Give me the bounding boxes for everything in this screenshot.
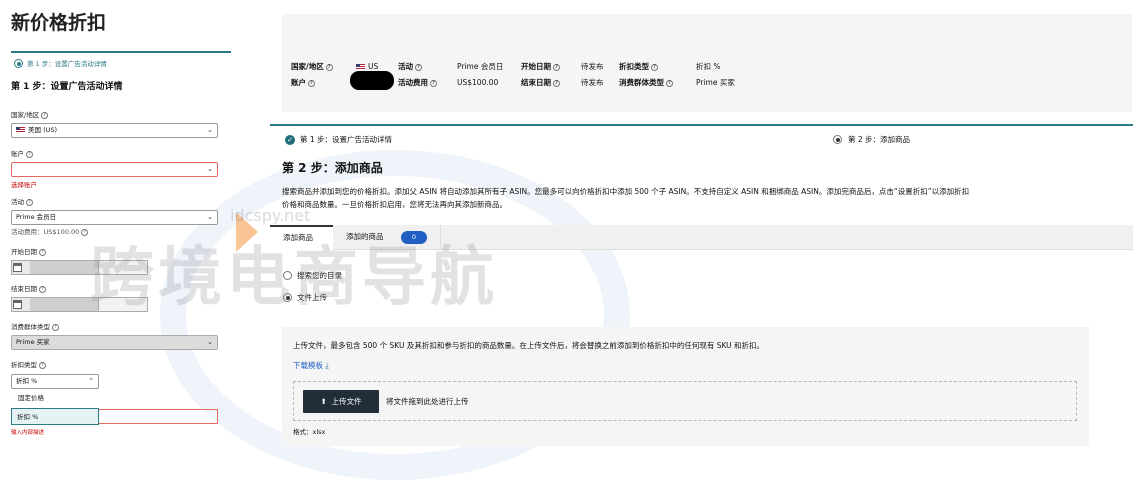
dropdown-option-percent[interactable]: 折扣 % <box>11 408 99 425</box>
help-icon[interactable]: ? <box>553 79 560 87</box>
help-icon[interactable]: ? <box>26 150 33 158</box>
help-icon[interactable]: ? <box>651 63 658 71</box>
account-label: 账户? <box>11 150 33 158</box>
help-icon[interactable]: ? <box>415 63 422 71</box>
country-select[interactable]: 美国 (US) ⌄ <box>11 123 218 138</box>
download-icon: ⤓ <box>325 361 329 370</box>
account-error: 选择账户 <box>11 181 37 189</box>
watermark-url: idcspy.net <box>230 206 311 225</box>
input-error: 输入内部描述 <box>11 430 45 436</box>
event-label: 活动? <box>11 198 33 206</box>
summary-fee-value: US$100.00 <box>457 78 499 87</box>
summary-account-label: 账户? <box>291 78 315 88</box>
summary-country-label: 国家/地区? <box>291 62 333 72</box>
event-select[interactable]: Prime 会员日 ⌄ <box>11 210 218 225</box>
account-select[interactable]: ⌄ <box>11 162 218 177</box>
step1-indicator-label[interactable]: 第 1 步：设置广告活动详情 <box>300 135 392 145</box>
end-date-label: 结束日期? <box>11 285 46 293</box>
dropdown-option-fixed[interactable]: 固定价格 <box>18 394 44 402</box>
summary-audience-value: Prime 买家 <box>696 78 735 87</box>
upload-file-button[interactable]: ⬆ 上传文件 <box>303 390 379 413</box>
watermark-text: 跨境电商导航 <box>90 241 498 315</box>
chevron-down-icon: ⌄ <box>207 338 213 346</box>
step-progress-line <box>11 51 231 53</box>
help-icon[interactable]: ? <box>430 79 437 87</box>
drop-hint: 将文件拖到此处进行上传 <box>386 397 469 406</box>
help-icon[interactable]: ? <box>39 361 46 369</box>
step2-indicator-label: 第 2 步：添加商品 <box>848 135 911 144</box>
chevron-down-icon: ⌄ <box>207 213 213 221</box>
upload-info: 上传文件，最多包含 500 个 SKU 及其折扣和参与折扣的商品数量。在上传文件… <box>293 341 765 350</box>
step2-description-line2: 价格和商品数量。一旦价格折扣启用，您将无法再向其添加新商品。 <box>282 200 507 209</box>
step2-heading: 第 2 步：添加商品 <box>282 161 383 175</box>
chevron-up-icon: ⌃ <box>88 377 94 385</box>
us-flag-icon <box>356 64 365 70</box>
summary-event-value: Prime 会员日 <box>457 62 504 71</box>
calendar-icon[interactable] <box>13 263 22 272</box>
discount-type-select[interactable]: 折扣 % ⌃ <box>11 374 99 389</box>
summary-event-label: 活动? <box>398 62 422 72</box>
summary-fee-label: 活动费用? <box>398 78 437 88</box>
help-icon[interactable]: ? <box>81 228 89 236</box>
step2-description-line1: 搜索商品并添加到您的价格折扣。添加父 ASIN 将自动添加其所有子 ASIN。您… <box>282 187 970 196</box>
help-icon[interactable]: ? <box>41 111 49 119</box>
audience-label: 消费群体类型? <box>11 323 59 331</box>
upload-icon: ⬆ <box>320 397 327 406</box>
calendar-icon[interactable] <box>13 300 22 309</box>
summary-audience-label: 消费群体类型? <box>619 78 673 88</box>
country-label: 国家/地区? <box>11 111 49 119</box>
help-icon[interactable]: ? <box>308 79 315 87</box>
summary-end-value: 待发布 <box>581 78 604 87</box>
help-icon[interactable]: ? <box>325 63 333 71</box>
account-redaction <box>350 71 394 90</box>
help-icon[interactable]: ? <box>666 79 673 87</box>
download-template-link[interactable]: 下载模板 ⤓ <box>293 361 329 371</box>
summary-start-value: 待发布 <box>581 62 604 71</box>
page-title: 新价格折扣 <box>11 12 107 34</box>
event-fee-note: 活动费用：US$100.00? <box>11 228 89 236</box>
help-icon[interactable]: ? <box>26 198 33 206</box>
audience-select[interactable]: Prime 买家 ⌄ <box>11 335 218 350</box>
summary-discount-type-value: 折扣 % <box>696 62 721 71</box>
step2-radio[interactable] <box>833 135 842 144</box>
chevron-down-icon: ⌄ <box>207 165 213 173</box>
discount-type-label: 折扣类型? <box>11 361 46 369</box>
step1-radio[interactable] <box>14 59 23 68</box>
start-date-label: 开始日期? <box>11 248 46 256</box>
us-flag-icon <box>16 127 25 133</box>
summary-end-label: 结束日期? <box>521 78 560 88</box>
chevron-down-icon: ⌄ <box>207 126 213 134</box>
format-note: 格式：xlsx <box>293 428 326 436</box>
step1-nav-label: 第 1 步：设置广告活动详情 <box>27 60 107 68</box>
help-icon[interactable]: ? <box>39 285 46 293</box>
help-icon[interactable]: ? <box>52 323 59 331</box>
check-circle-icon: ✓ <box>285 135 295 145</box>
step-progress-line <box>270 124 1133 126</box>
summary-start-label: 开始日期? <box>521 62 560 72</box>
summary-discount-type-label: 折扣类型? <box>619 62 658 72</box>
help-icon[interactable]: ? <box>39 248 46 256</box>
step1-heading: 第 1 步：设置广告活动详情 <box>11 82 123 92</box>
help-icon[interactable]: ? <box>553 63 560 71</box>
